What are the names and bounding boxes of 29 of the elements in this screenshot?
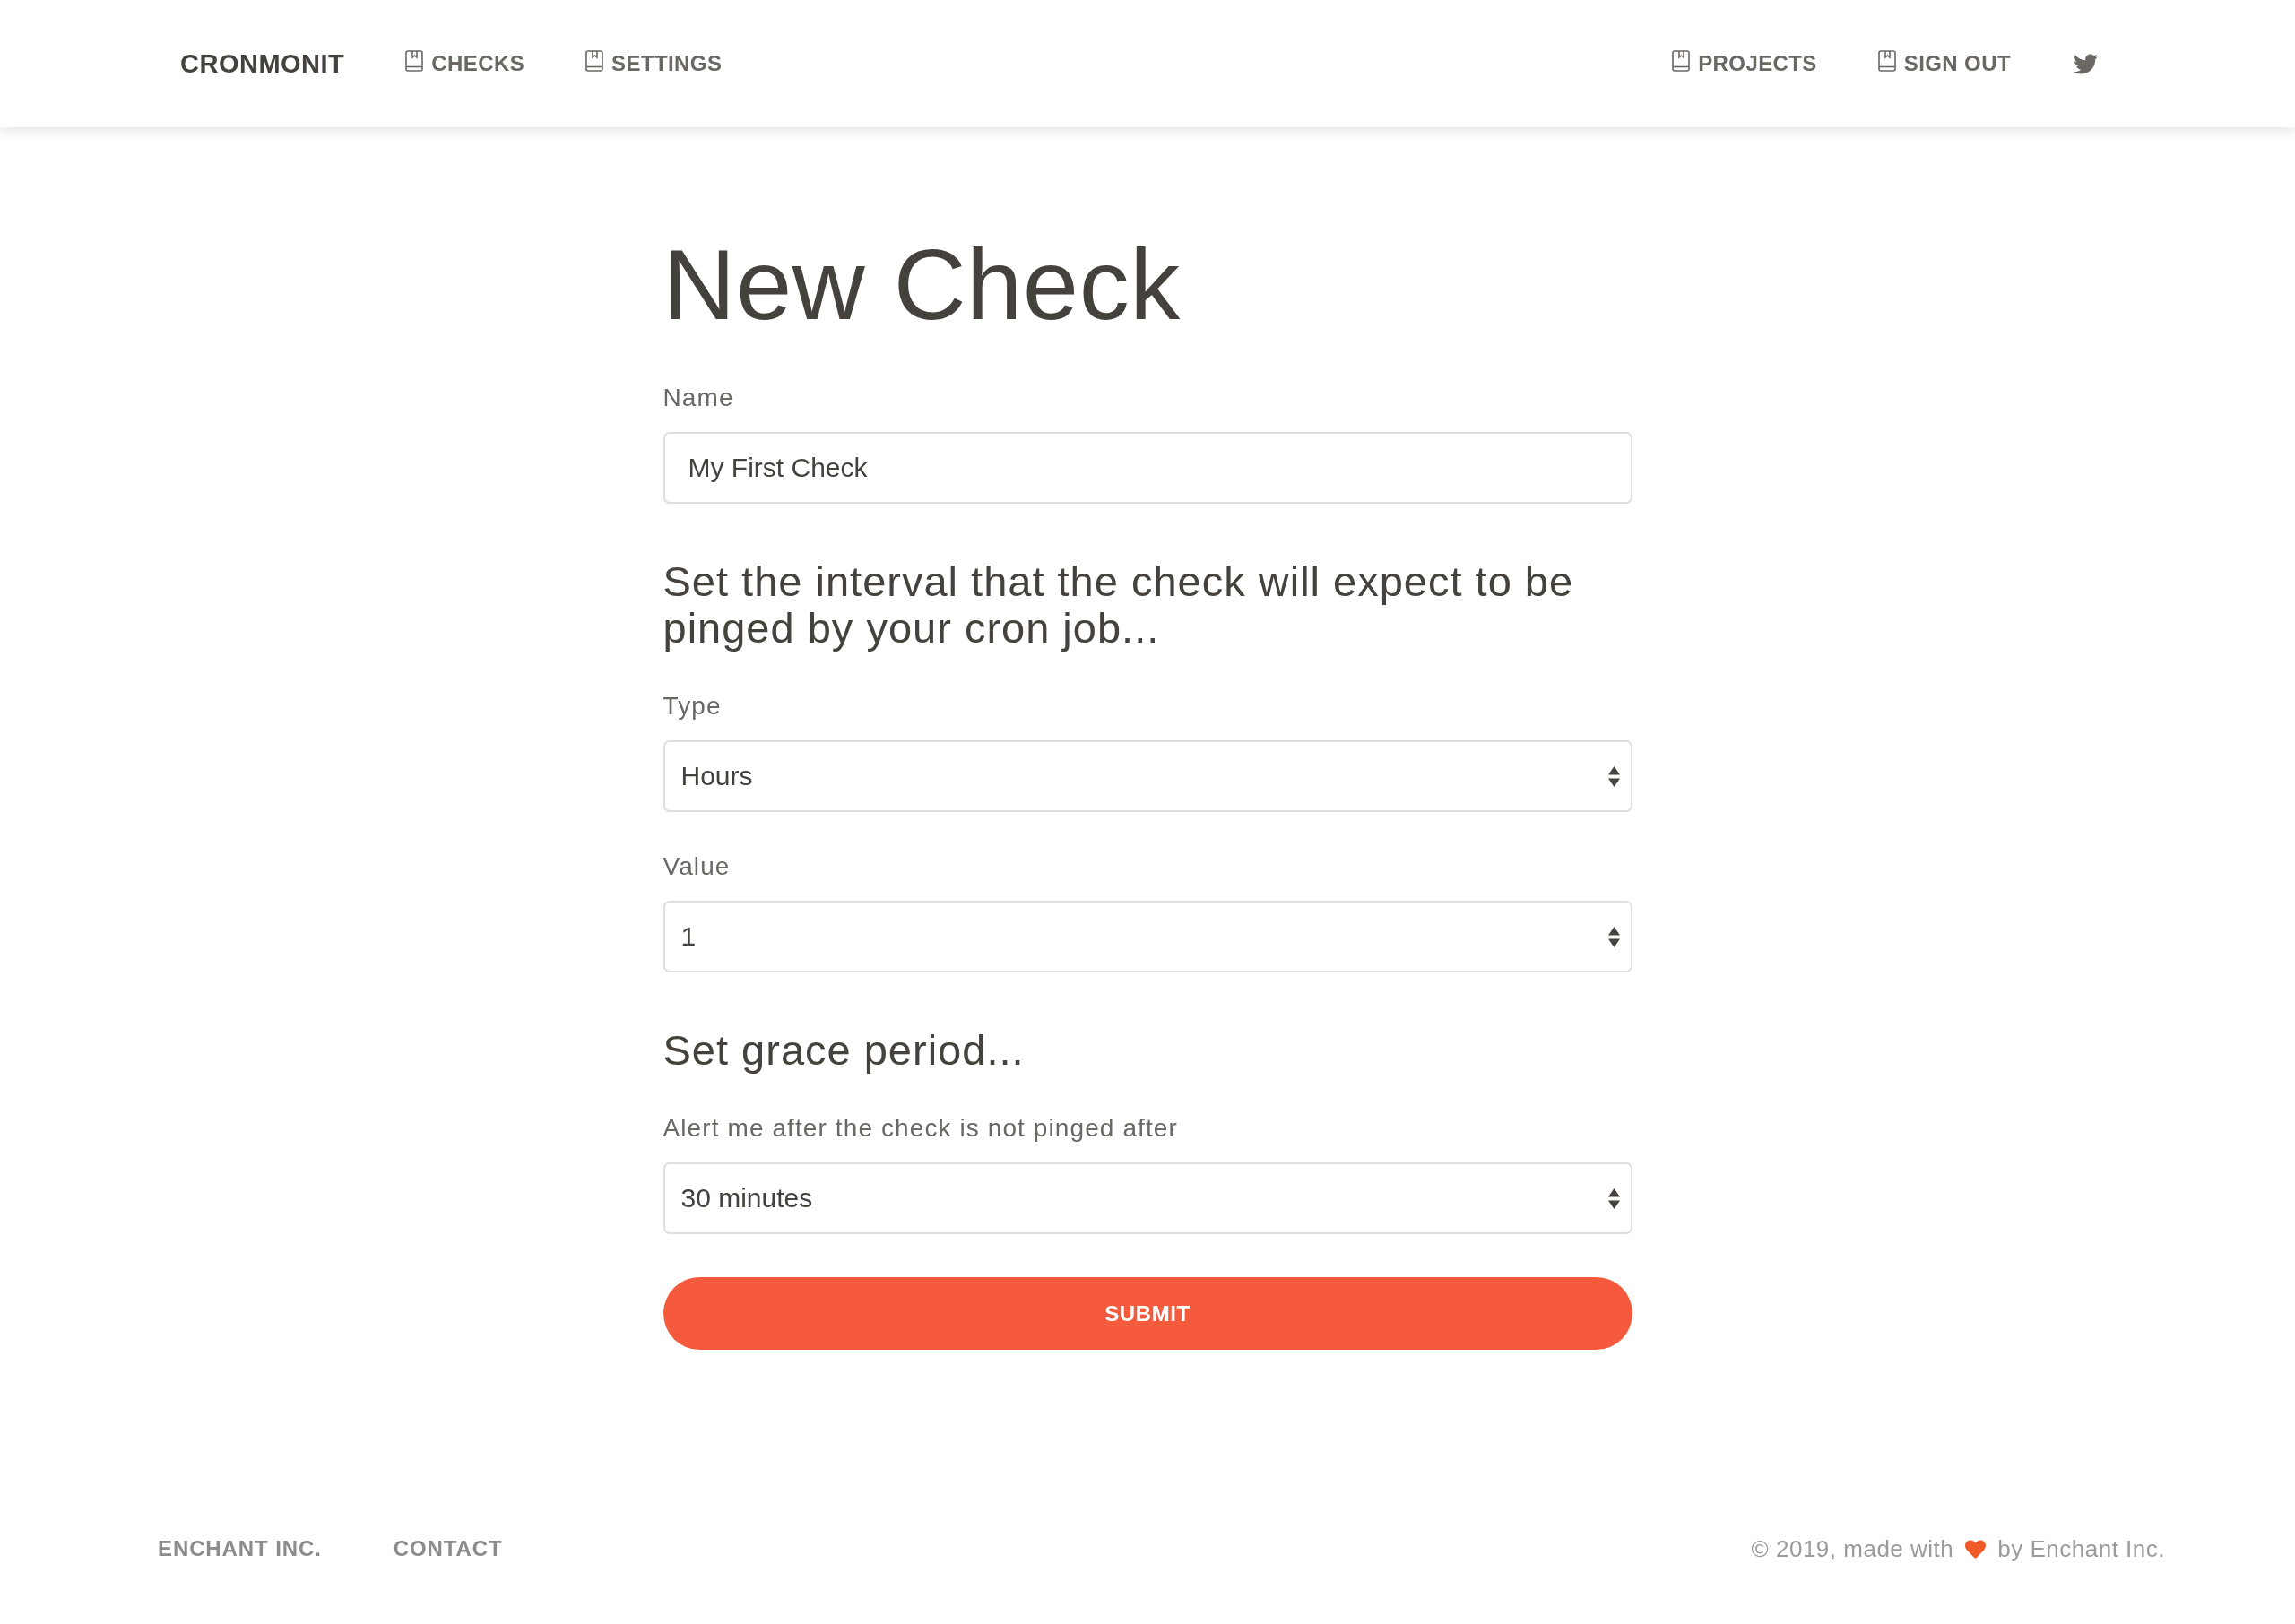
logo-link[interactable]: CRONMONIT [180, 48, 345, 79]
field-label: Alert me after the check is not pinged after [663, 1113, 1179, 1144]
nav-link[interactable]: CHECKS [405, 51, 525, 76]
up-down-caret-icon [1607, 764, 1620, 788]
book-icon [1877, 50, 1896, 72]
text-input[interactable]: My First Check [663, 432, 1632, 504]
up-down-caret-icon [1607, 925, 1620, 948]
nav-link[interactable]: SIGN OUT [1877, 51, 2011, 76]
field-label: Name [663, 383, 735, 413]
section-heading: Set grace period... [663, 1027, 1026, 1074]
section-heading: Set the interval that the check will expect to be pinged by your cron job... [663, 558, 1575, 652]
up-down-caret-icon [1607, 1187, 1620, 1210]
credit-text: by Enchant Inc. [1997, 1534, 2165, 1563]
select-field[interactable]: Hours [663, 740, 1632, 812]
book-icon [585, 50, 604, 72]
nav-link[interactable]: PROJECTS [1672, 51, 1817, 76]
select-field[interactable]: 30 minutes [663, 1162, 1632, 1234]
field-label: Value [663, 851, 732, 882]
page-title: New Check [663, 228, 1182, 342]
book-icon [1672, 50, 1691, 72]
footer-link[interactable]: ENCHANT INC. [158, 1536, 322, 1561]
nav-link[interactable]: SETTINGS [585, 51, 723, 76]
submit-button[interactable]: SUBMIT [663, 1277, 1632, 1350]
field-label: Type [663, 691, 723, 721]
book-icon [405, 50, 424, 72]
footer-link[interactable]: CONTACT [393, 1536, 503, 1561]
select-field[interactable]: 1 [663, 901, 1632, 972]
credit-text: © 2019, made with [1751, 1534, 1954, 1563]
heart-icon [1964, 1538, 1988, 1559]
